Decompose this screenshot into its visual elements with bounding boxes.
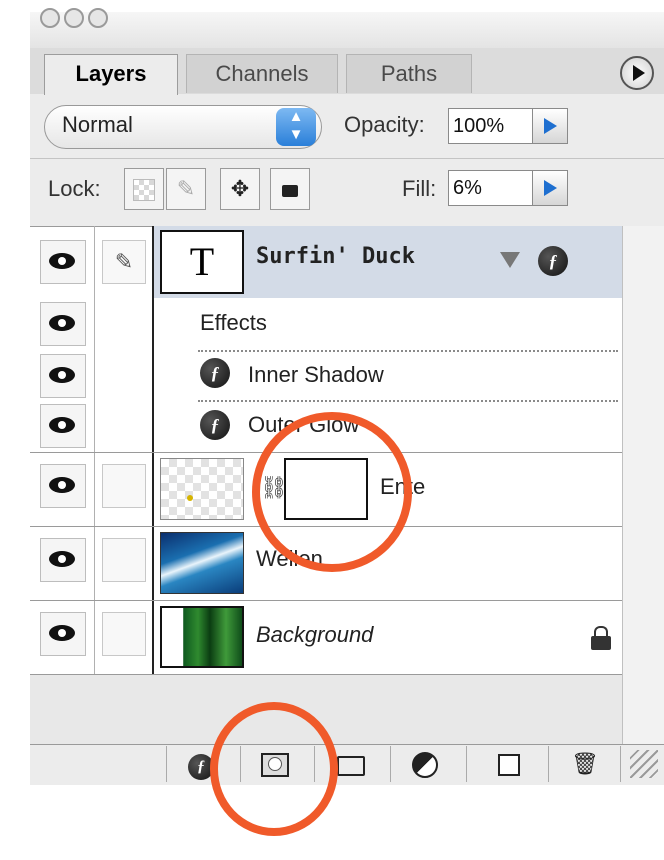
toolbar-separator — [390, 746, 391, 782]
new-page-icon — [498, 754, 520, 776]
lock-position-button[interactable]: ✥ — [220, 168, 260, 210]
blend-mode-value: Normal — [62, 112, 133, 137]
layer-thumbnail[interactable] — [160, 458, 244, 520]
layer-brush-indicator[interactable]: ✎ — [102, 240, 146, 284]
title-bar[interactable] — [30, 12, 664, 49]
visibility-toggle[interactable] — [40, 538, 86, 582]
move-icon: ✥ — [230, 176, 250, 201]
lock-image-pixels-button[interactable]: ✎ — [166, 168, 206, 210]
close-window-button[interactable] — [40, 8, 60, 28]
layer-thumbnail[interactable] — [160, 606, 244, 668]
fill-label: Fill: — [402, 176, 437, 201]
row-divider — [30, 600, 622, 601]
layer-name[interactable]: Surfin' Duck — [256, 244, 415, 269]
eye-icon — [49, 367, 75, 383]
divider — [198, 400, 618, 402]
toolbar-separator — [466, 746, 467, 782]
effects-header: Effects — [200, 310, 267, 335]
trash-icon: 🗑 — [571, 751, 599, 776]
delete-layer-button[interactable]: 🗑 — [568, 748, 602, 780]
visibility-toggle[interactable] — [40, 464, 86, 508]
eye-icon — [49, 551, 75, 567]
fill-input[interactable]: 6% — [448, 170, 532, 206]
layer-thumbnail[interactable] — [160, 532, 244, 594]
visibility-toggle[interactable] — [40, 240, 86, 284]
link-toggle[interactable] — [102, 612, 146, 656]
divider — [30, 158, 664, 159]
eye-icon — [49, 253, 75, 269]
column-divider — [94, 226, 95, 674]
lock-icon — [590, 626, 612, 650]
duck-dot — [187, 495, 193, 501]
expand-triangle-icon[interactable] — [500, 252, 520, 268]
palette-menu-button[interactable] — [620, 56, 654, 90]
tab-channels[interactable]: Channels — [186, 54, 338, 93]
updown-arrows-icon[interactable]: ▲ ▼ — [276, 108, 316, 146]
eye-icon — [49, 625, 75, 641]
zoom-window-button[interactable] — [88, 8, 108, 28]
new-layer-button[interactable] — [492, 748, 526, 780]
visibility-toggle[interactable] — [40, 404, 86, 448]
fx-icon: ƒ — [200, 410, 230, 440]
divider — [198, 350, 618, 352]
new-layer-set-button[interactable] — [334, 748, 368, 780]
tab-layers[interactable]: Layers — [44, 54, 178, 95]
highlight-circle — [210, 702, 338, 836]
lock-label: Lock: — [48, 176, 101, 201]
toolbar-separator — [166, 746, 167, 782]
folder-icon — [337, 756, 365, 776]
checker-icon — [133, 179, 155, 201]
highlight-circle — [252, 412, 412, 572]
brush-icon: ✎ — [176, 176, 196, 201]
link-toggle[interactable] — [102, 464, 146, 508]
eye-icon — [49, 315, 75, 331]
toolbar-separator — [548, 746, 549, 782]
visibility-toggle[interactable] — [40, 302, 86, 346]
visibility-toggle[interactable] — [40, 354, 86, 398]
new-adjustment-layer-button[interactable] — [408, 748, 442, 780]
toolbar-separator — [620, 746, 621, 782]
tab-paths[interactable]: Paths — [346, 54, 472, 93]
eye-icon — [49, 417, 75, 433]
minimize-window-button[interactable] — [64, 8, 84, 28]
link-toggle[interactable] — [102, 538, 146, 582]
row-divider — [30, 674, 622, 675]
lock-transparency-button[interactable] — [124, 168, 164, 210]
scrollbar[interactable] — [622, 226, 664, 744]
eye-icon — [49, 477, 75, 493]
fill-slider-button[interactable] — [532, 170, 568, 206]
padlock-icon — [282, 185, 298, 197]
opacity-label: Opacity: — [344, 112, 425, 137]
effect-item[interactable]: Inner Shadow — [248, 362, 384, 388]
resize-grip-icon[interactable] — [630, 750, 658, 778]
visibility-toggle[interactable] — [40, 612, 86, 656]
lock-all-button[interactable] — [270, 168, 310, 210]
fx-icon[interactable]: ƒ — [538, 246, 568, 276]
layer-name[interactable]: Background — [256, 622, 373, 648]
layer-thumbnail[interactable]: T — [160, 230, 244, 294]
half-circle-icon — [412, 752, 438, 778]
brush-icon: ✎ — [114, 249, 134, 274]
fx-icon: ƒ — [200, 358, 230, 388]
opacity-input[interactable]: 100% — [448, 108, 532, 144]
opacity-slider-button[interactable] — [532, 108, 568, 144]
